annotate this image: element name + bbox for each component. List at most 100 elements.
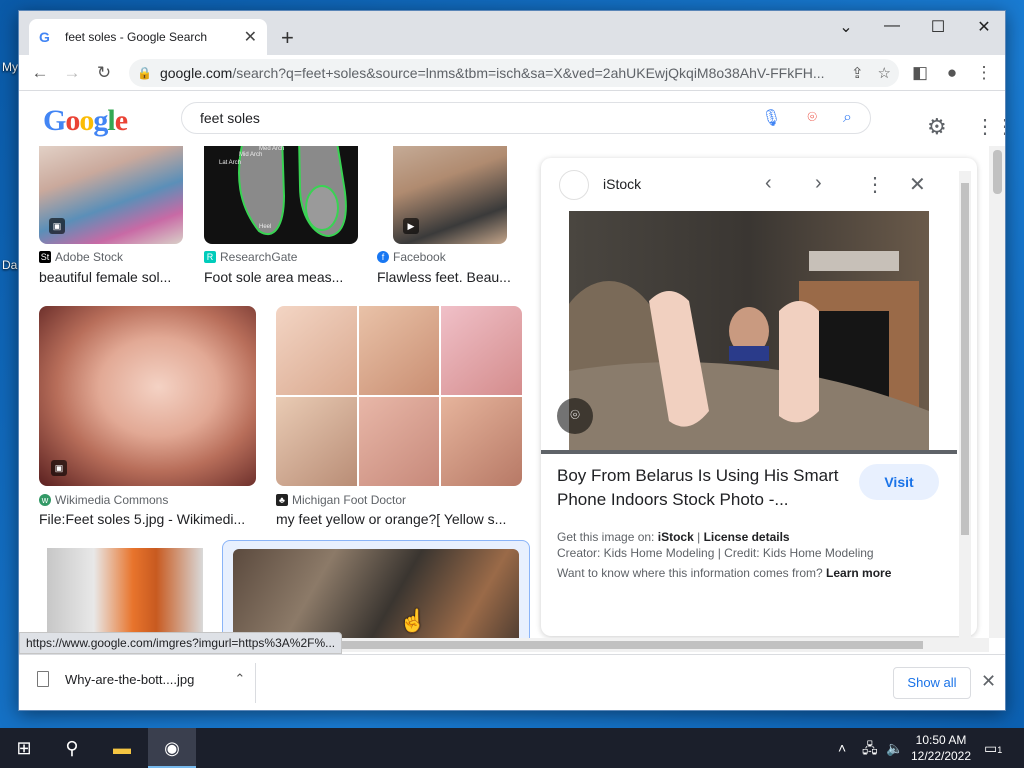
browser-window: G feet soles - Google Search ✕ + ⌄ — ☐ ✕… bbox=[18, 10, 1006, 711]
google-favicon-icon: G bbox=[39, 29, 50, 45]
file-explorer-icon[interactable]: ▬ bbox=[98, 728, 146, 768]
camera-lens-icon[interactable]: ⌾ bbox=[807, 109, 817, 127]
istock-link[interactable]: iStock bbox=[658, 530, 694, 544]
browser-toolbar: ← → ↻ 🔒 google.com/search?q=feet+soles&s… bbox=[19, 55, 1005, 91]
divider bbox=[255, 663, 256, 703]
apps-grid-icon[interactable]: ⋮⋮ bbox=[975, 114, 1005, 139]
minimize-button[interactable]: — bbox=[877, 17, 907, 35]
chevron-left-icon[interactable]: ‹ bbox=[765, 172, 772, 195]
tab-title: feet soles - Google Search bbox=[65, 30, 208, 44]
more-options-icon[interactable]: ⋮ bbox=[865, 172, 885, 197]
address-url[interactable]: google.com/search?q=feet+soles&source=ln… bbox=[160, 65, 837, 81]
result-caption[interactable]: beautiful female sol... bbox=[39, 269, 184, 285]
result-thumbnail[interactable] bbox=[233, 549, 519, 638]
visit-button[interactable]: Visit bbox=[859, 464, 939, 500]
close-download-bar-icon[interactable]: ✕ bbox=[981, 671, 996, 692]
result-source[interactable]: ♣ Michigan Foot Doctor bbox=[276, 493, 406, 507]
microphone-icon[interactable]: 🎙 bbox=[761, 108, 781, 128]
share-icon[interactable]: ⇪ bbox=[851, 64, 864, 82]
result-thumbnail[interactable]: ▶ bbox=[393, 146, 507, 244]
learn-more-link[interactable]: Learn more bbox=[826, 566, 891, 580]
chevron-up-icon[interactable]: ⌃ bbox=[234, 671, 245, 687]
download-filename[interactable]: Why-are-the-bott....jpg bbox=[65, 672, 194, 687]
google-header: Google feet soles 🎙 ⌾ ⌕ ⚙ ⋮⋮ bbox=[19, 92, 1005, 146]
result-caption[interactable]: Foot sole area meas... bbox=[204, 269, 349, 285]
get-image-line: Get this image on: iStock | License deta… bbox=[557, 530, 790, 544]
back-button[interactable]: ← bbox=[25, 63, 55, 83]
hand-cursor-icon: ☝ bbox=[399, 608, 427, 633]
result-source[interactable]: f Facebook bbox=[377, 250, 446, 264]
tab-search-chevron-icon[interactable]: ⌄ bbox=[831, 17, 861, 37]
close-window-button[interactable]: ✕ bbox=[969, 17, 999, 37]
reload-button[interactable]: ↻ bbox=[89, 63, 119, 83]
preview-site-name[interactable]: iStock bbox=[603, 176, 641, 192]
license-details-link[interactable]: License details bbox=[704, 530, 790, 544]
file-icon bbox=[37, 671, 49, 687]
desktop-icon-label[interactable]: My bbox=[2, 60, 18, 74]
result-source[interactable]: w Wikimedia Commons bbox=[39, 493, 168, 507]
result-thumbnail[interactable]: Lat Arch Mid Arch Med Arch Heel bbox=[204, 146, 358, 244]
image-bar bbox=[541, 450, 957, 454]
svg-text:Med Arch: Med Arch bbox=[259, 146, 284, 152]
result-thumbnail[interactable] bbox=[276, 306, 522, 486]
network-icon[interactable]: 🖧 bbox=[862, 728, 878, 768]
volume-icon[interactable]: 🔈 bbox=[886, 728, 903, 768]
lock-icon[interactable]: 🔒 bbox=[137, 66, 152, 80]
result-thumbnail[interactable] bbox=[47, 548, 203, 638]
video-badge-icon: ▶ bbox=[403, 218, 419, 234]
close-tab-icon[interactable]: ✕ bbox=[244, 27, 257, 47]
tab-bar: G feet soles - Google Search ✕ + ⌄ — ☐ ✕ bbox=[19, 11, 1005, 55]
info-source-line: Want to know where this information come… bbox=[557, 566, 892, 580]
image-badge-icon: ▣ bbox=[51, 460, 67, 476]
chevron-right-icon[interactable]: › bbox=[815, 172, 822, 195]
maximize-button[interactable]: ☐ bbox=[923, 17, 953, 37]
selected-result[interactable] bbox=[222, 540, 530, 638]
new-tab-button[interactable]: + bbox=[281, 25, 294, 51]
svg-text:Heel: Heel bbox=[259, 224, 271, 230]
result-caption[interactable]: File:Feet soles 5.jpg - Wikimedi... bbox=[39, 511, 256, 527]
preview-image[interactable] bbox=[569, 211, 929, 451]
google-logo[interactable]: Google bbox=[43, 104, 128, 138]
result-source[interactable]: R ResearchGate bbox=[204, 250, 297, 264]
bookmark-star-icon[interactable]: ☆ bbox=[878, 64, 891, 82]
result-source[interactable]: St Adobe Stock bbox=[39, 250, 123, 264]
result-thumbnail[interactable]: ▣ bbox=[39, 146, 183, 244]
result-caption[interactable]: Flawless feet. Beau... bbox=[377, 269, 522, 285]
result-thumbnail[interactable]: ▣ bbox=[39, 306, 256, 486]
desktop-icon-label[interactable]: Da bbox=[2, 258, 17, 272]
forward-button[interactable]: → bbox=[57, 63, 87, 83]
chrome-icon[interactable]: ◉ bbox=[148, 728, 196, 768]
svg-text:Mid Arch: Mid Arch bbox=[239, 152, 262, 158]
notification-icon[interactable]: ▭1 bbox=[984, 728, 1002, 768]
show-all-button[interactable]: Show all bbox=[893, 667, 971, 699]
browser-menu-icon[interactable]: ⋮ bbox=[969, 63, 999, 83]
site-favicon-icon bbox=[559, 170, 589, 200]
clock[interactable]: 10:50 AM 12/22/2022 bbox=[906, 732, 976, 764]
visual-search-icon[interactable]: ⌾ bbox=[557, 398, 593, 434]
page-scrollbar[interactable] bbox=[989, 146, 1005, 638]
search-input[interactable]: feet soles 🎙 ⌾ ⌕ bbox=[181, 102, 871, 134]
tab-google-search[interactable]: G feet soles - Google Search ✕ bbox=[29, 19, 267, 55]
result-caption[interactable]: my feet yellow or orange?[ Yellow s... bbox=[276, 511, 522, 527]
creator-credit: Creator: Kids Home Modeling | Credit: Ki… bbox=[557, 546, 874, 560]
image-preview-panel: iStock ‹ › ⋮ ✕ ⌾ Boy From Belarus Is Usi… bbox=[541, 158, 977, 636]
address-bar[interactable]: 🔒 google.com/search?q=feet+soles&source=… bbox=[129, 59, 899, 87]
foot-diagram: Lat Arch Mid Arch Med Arch Heel bbox=[219, 146, 347, 238]
status-url: https://www.google.com/imgres?imgurl=htt… bbox=[19, 632, 343, 654]
close-icon[interactable]: ✕ bbox=[909, 172, 926, 197]
svg-text:Lat Arch: Lat Arch bbox=[219, 160, 241, 166]
image-badge-icon: ▣ bbox=[49, 218, 65, 234]
search-icon[interactable]: ⌕ bbox=[843, 109, 852, 127]
gear-icon[interactable]: ⚙ bbox=[927, 114, 947, 140]
horizontal-scrollbar[interactable] bbox=[329, 638, 989, 652]
panel-scrollbar[interactable] bbox=[959, 171, 971, 639]
windows-start-icon[interactable]: ⊞ bbox=[0, 728, 48, 768]
profile-avatar-icon[interactable]: ● bbox=[937, 63, 967, 83]
chevron-up-icon[interactable]: ˄ bbox=[838, 728, 846, 768]
side-panel-icon[interactable]: ◧ bbox=[905, 63, 935, 83]
search-icon[interactable]: ⚲ bbox=[48, 728, 96, 768]
preview-header: iStock ‹ › ⋮ ✕ bbox=[541, 158, 977, 212]
preview-title[interactable]: Boy From Belarus Is Using His Smart Phon… bbox=[557, 464, 853, 512]
download-item[interactable]: Why-are-the-bott....jpg ⌃ bbox=[37, 671, 245, 687]
search-query[interactable]: feet soles bbox=[200, 110, 735, 126]
